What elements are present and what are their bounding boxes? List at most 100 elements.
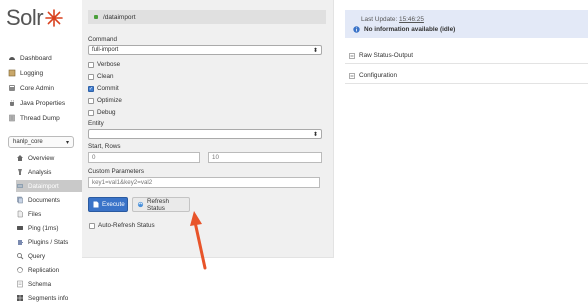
core-item-plugins-stats[interactable]: Plugins / Stats bbox=[16, 236, 82, 248]
refresh-icon bbox=[137, 201, 144, 208]
collapse-icon bbox=[349, 52, 355, 59]
option-label: Commit bbox=[97, 85, 119, 92]
entity-select[interactable]: ⬍ bbox=[88, 129, 322, 139]
entity-label: Entity bbox=[88, 120, 104, 127]
sidebar-item-label: Logging bbox=[20, 69, 44, 77]
option-debug[interactable]: Debug bbox=[88, 108, 116, 117]
files-icon bbox=[16, 210, 24, 218]
configuration-section[interactable]: Configuration bbox=[345, 68, 588, 84]
auto-refresh-toggle[interactable]: Auto-Refresh Status bbox=[89, 222, 155, 229]
panel-header: /dataimport bbox=[88, 10, 326, 24]
option-label: Clean bbox=[97, 73, 114, 80]
refresh-status-button[interactable]: Refresh Status bbox=[132, 197, 190, 212]
sidebar-item-label: Java Properties bbox=[20, 99, 66, 107]
core-selector[interactable]: hanlp_core ▾ bbox=[8, 136, 74, 148]
core-item-ping[interactable]: Ping (1ms) bbox=[16, 222, 82, 234]
dataimport-panel: /dataimport Command full-import ⬍ Verbos… bbox=[82, 0, 334, 270]
core-item-overview[interactable]: Overview bbox=[16, 152, 82, 164]
checkbox[interactable] bbox=[89, 222, 95, 229]
checkbox-checked[interactable]: ✓ bbox=[88, 85, 94, 92]
last-update-time: 15:46:25 bbox=[399, 16, 424, 23]
option-optimize[interactable]: Optimize bbox=[88, 96, 122, 105]
core-admin-icon bbox=[8, 84, 16, 92]
sidebar-item-java-properties[interactable]: Java Properties bbox=[8, 97, 65, 109]
core-selector-value: hanlp_core bbox=[13, 139, 43, 145]
sidebar-item-label: Dashboard bbox=[20, 54, 52, 62]
core-item-label: Analysis bbox=[28, 168, 52, 176]
status-message-text: No information available (idle) bbox=[364, 26, 456, 33]
execute-label: Execute bbox=[102, 201, 125, 208]
sidebar-item-dashboard[interactable]: Dashboard bbox=[8, 52, 52, 64]
core-item-documents[interactable]: Documents bbox=[16, 194, 82, 206]
sidebar-item-core-admin[interactable]: Core Admin bbox=[8, 82, 54, 94]
sidebar-item-label: Core Admin bbox=[20, 84, 54, 92]
execute-button[interactable]: Execute bbox=[88, 197, 128, 212]
logging-icon bbox=[8, 69, 16, 77]
custom-params-input[interactable] bbox=[88, 177, 320, 188]
core-item-label: Schema bbox=[28, 280, 52, 288]
option-label: Verbose bbox=[97, 61, 121, 68]
last-update-label: Last Update: bbox=[361, 16, 398, 23]
sidebar-item-logging[interactable]: Logging bbox=[8, 67, 43, 79]
thread-icon bbox=[8, 114, 16, 122]
start-input[interactable] bbox=[88, 152, 200, 163]
core-item-label: Plugins / Stats bbox=[28, 238, 69, 246]
logo-text: Solr bbox=[6, 5, 44, 30]
checkbox[interactable] bbox=[88, 97, 94, 104]
core-item-label: Query bbox=[28, 252, 46, 260]
core-item-label: Documents bbox=[28, 196, 60, 204]
select-arrows-icon: ⬍ bbox=[312, 131, 318, 138]
java-icon bbox=[8, 99, 16, 107]
schema-icon bbox=[16, 280, 24, 288]
chevron-down-icon: ▾ bbox=[65, 139, 69, 146]
checkbox[interactable] bbox=[88, 73, 94, 80]
core-item-replication[interactable]: Replication bbox=[16, 264, 82, 276]
core-item-segments-info[interactable]: Segments info bbox=[16, 292, 82, 304]
document-icon bbox=[93, 201, 99, 208]
query-icon bbox=[16, 252, 24, 260]
raw-status-output-section[interactable]: Raw Status-Output bbox=[345, 48, 588, 64]
option-clean[interactable]: Clean bbox=[88, 72, 113, 81]
rows-input[interactable] bbox=[208, 152, 322, 163]
dataimport-icon bbox=[16, 182, 24, 190]
plugins-icon bbox=[16, 238, 24, 246]
command-select[interactable]: full-import ⬍ bbox=[88, 45, 322, 55]
core-item-query[interactable]: Query bbox=[16, 250, 82, 262]
sidebar-item-label: Thread Dump bbox=[20, 114, 60, 122]
start-rows-label: Start, Rows bbox=[88, 143, 121, 150]
sidebar: Solr Dashboard Logging Core Admin Java P… bbox=[0, 0, 82, 304]
status-box: Last Update: 15:46:25 No information ava… bbox=[345, 10, 588, 38]
select-arrows-icon: ⬍ bbox=[312, 47, 318, 54]
checkbox[interactable] bbox=[88, 109, 94, 116]
documents-icon bbox=[16, 196, 24, 204]
option-label: Optimize bbox=[97, 97, 122, 104]
annotation-arrow-icon bbox=[190, 211, 207, 270]
core-item-schema[interactable]: Schema bbox=[16, 278, 82, 290]
status-dot-icon bbox=[94, 15, 98, 19]
core-item-analysis[interactable]: Analysis bbox=[16, 166, 82, 178]
option-commit[interactable]: ✓ Commit bbox=[88, 84, 119, 93]
option-verbose[interactable]: Verbose bbox=[88, 60, 120, 69]
section-label: Raw Status-Output bbox=[359, 52, 413, 59]
core-item-label: Segments info bbox=[28, 294, 69, 302]
segments-icon bbox=[16, 294, 24, 302]
sidebar-item-thread-dump[interactable]: Thread Dump bbox=[8, 112, 60, 124]
collapse-icon bbox=[349, 72, 355, 79]
solr-logo[interactable]: Solr bbox=[6, 4, 63, 32]
section-label: Configuration bbox=[359, 72, 398, 79]
checkbox[interactable] bbox=[88, 61, 94, 68]
analysis-icon bbox=[16, 168, 24, 176]
replication-icon bbox=[16, 266, 24, 274]
core-item-label: Overview bbox=[28, 154, 55, 162]
solr-sun-icon bbox=[45, 9, 63, 27]
custom-params-label: Custom Parameters bbox=[88, 168, 144, 175]
command-value: full-import bbox=[92, 47, 119, 53]
ping-icon bbox=[16, 224, 24, 232]
core-item-dataimport[interactable]: Dataimport bbox=[16, 180, 82, 192]
core-item-label: Ping (1ms) bbox=[28, 224, 59, 232]
refresh-label: Refresh Status bbox=[147, 197, 170, 212]
core-item-files[interactable]: Files bbox=[16, 208, 82, 220]
core-item-label: Replication bbox=[28, 266, 60, 274]
overview-icon bbox=[16, 154, 24, 162]
core-item-label: Dataimport bbox=[28, 182, 59, 190]
